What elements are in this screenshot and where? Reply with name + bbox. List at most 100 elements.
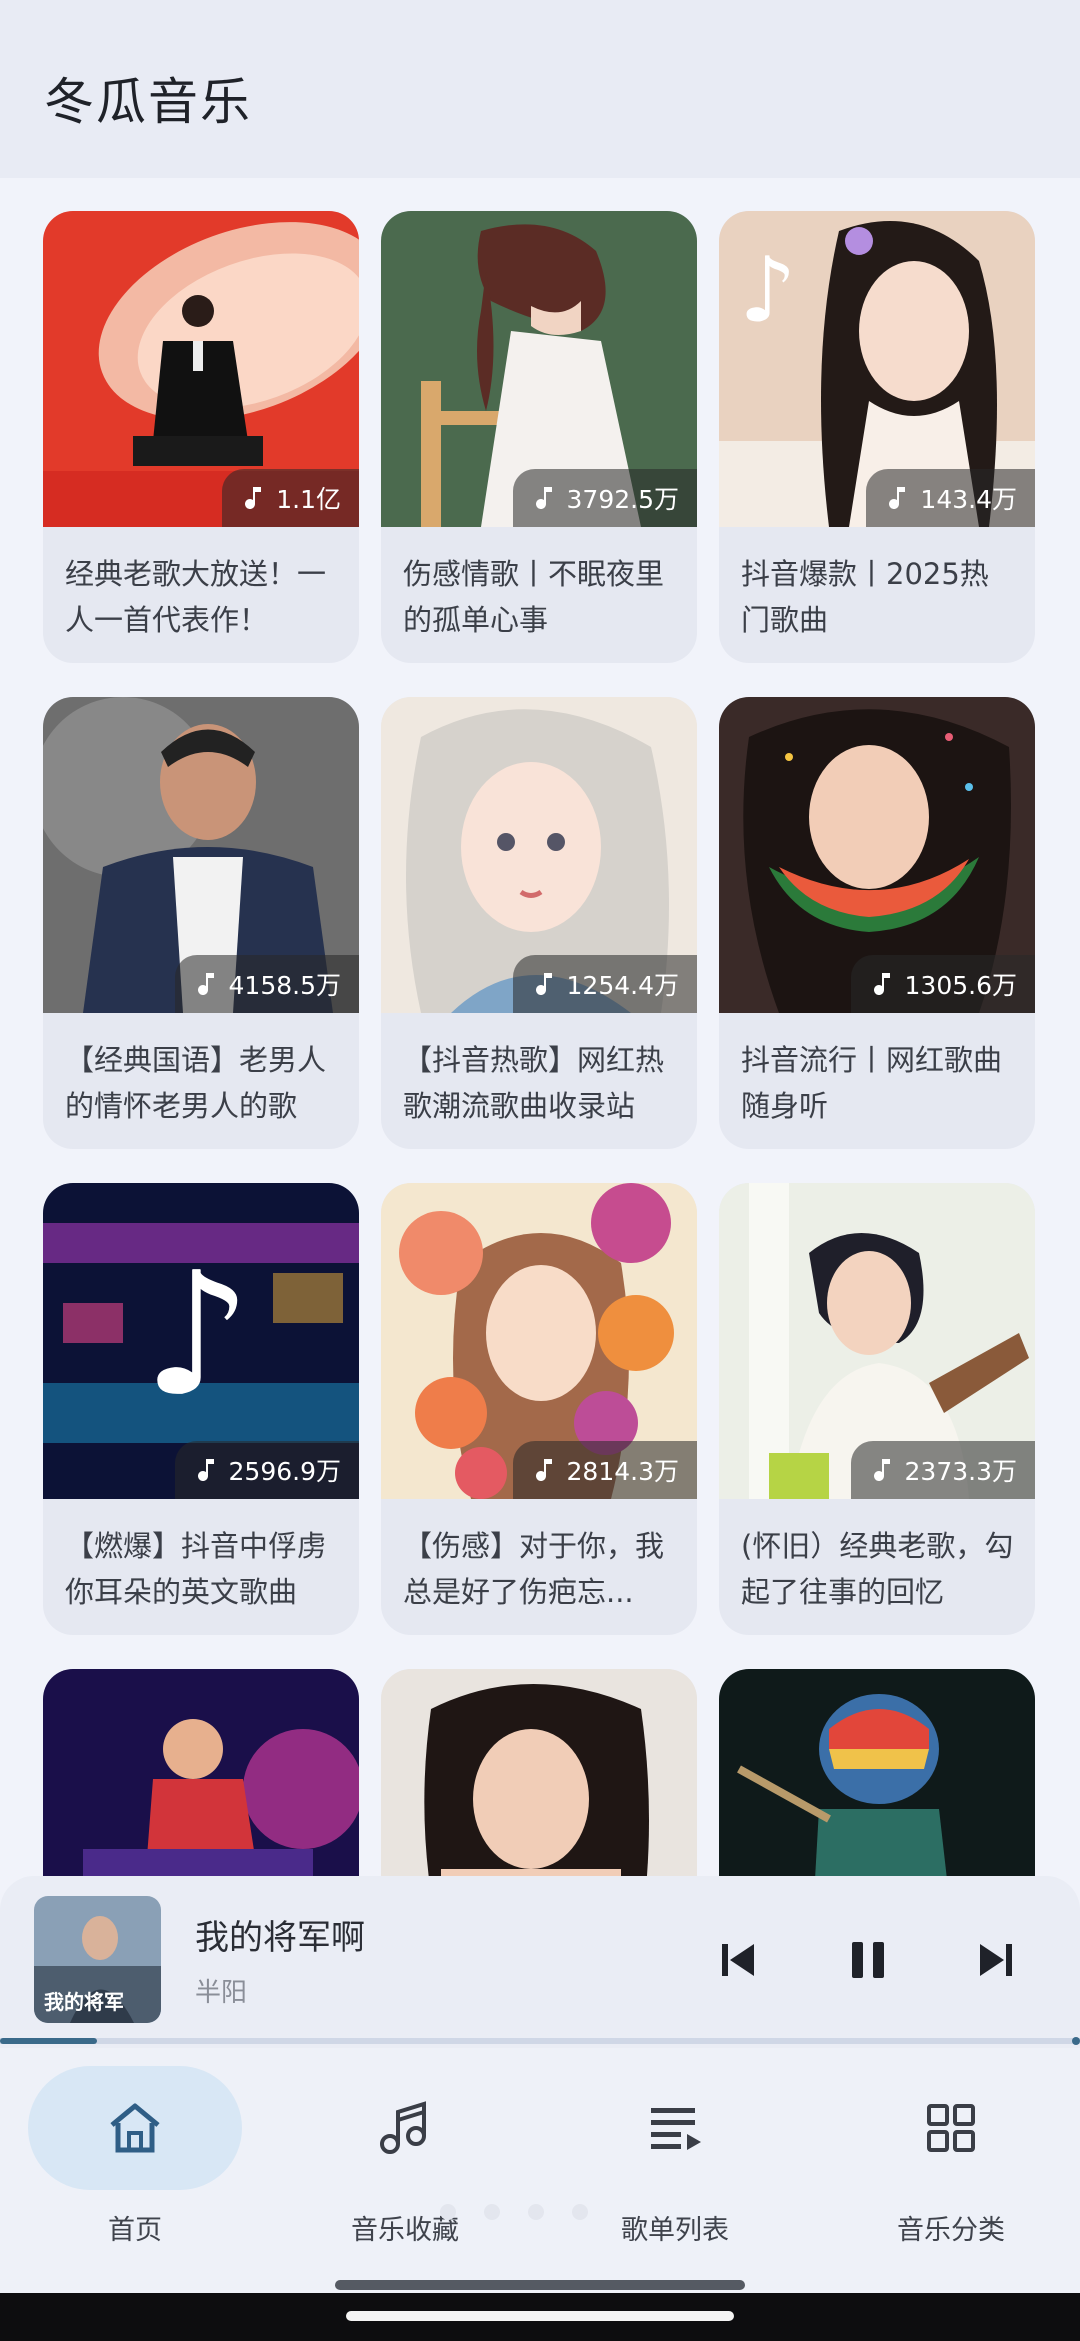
playlist-card[interactable]: ♪ 143.4万 抖音爆款丨2025热门歌曲 xyxy=(719,211,1035,663)
nav-item-playlists[interactable]: 歌单列表 xyxy=(540,2066,810,2266)
playlist-title: 【伤感】对于你，我总是好了伤疤忘... xyxy=(403,1529,665,1609)
playlist-cover: ♪ 143.4万 xyxy=(719,211,1035,527)
system-navigation-strip xyxy=(0,2293,1080,2341)
play-count: 4158.5万 xyxy=(228,971,341,1000)
playlist-title: 抖音爆款丨2025热门歌曲 xyxy=(741,557,989,637)
play-count-badge: 1.1亿 xyxy=(222,469,359,527)
playlist-title: (怀旧）经典老歌，勾起了往事的回忆 xyxy=(741,1529,1014,1609)
playlist-card[interactable]: 2814.3万 【伤感】对于你，我总是好了伤疤忘... xyxy=(381,1183,697,1635)
playlist-title: 经典老歌大放送！一人一首代表作！ xyxy=(65,557,327,637)
nav-item-categories[interactable]: 音乐分类 xyxy=(816,2066,1080,2266)
play-count-badge: 2596.9万 xyxy=(174,1441,359,1499)
skip-next-icon xyxy=(980,1944,1012,1976)
play-count-badge: 2814.3万 xyxy=(512,1441,697,1499)
playlist-cover: 2814.3万 xyxy=(381,1183,697,1499)
music-note-icon xyxy=(245,487,262,509)
playlist-title: 伤感情歌丨不眠夜里的孤单心事 xyxy=(403,557,665,637)
playlist-card[interactable] xyxy=(381,1669,697,1876)
svg-text:♪: ♪ xyxy=(143,1236,252,1434)
playlist-cover: 2373.3万 xyxy=(719,1183,1035,1499)
nav-label-playlists: 歌单列表 xyxy=(621,2215,729,2246)
playlist-card[interactable]: ♪ 2596.9万 【燃爆】抖音中俘虏你耳朵的英文歌曲 xyxy=(43,1183,359,1635)
nav-label-home: 首页 xyxy=(108,2215,162,2246)
music-note-icon xyxy=(535,487,552,509)
playlist-title: 【经典国语】老男人的情怀老男人的歌 xyxy=(65,1043,327,1123)
play-count-badge: 1254.4万 xyxy=(512,955,697,1013)
play-count-badge: 3792.5万 xyxy=(512,469,697,527)
playlist-card[interactable] xyxy=(43,1669,359,1876)
play-count-badge: 143.4万 xyxy=(866,469,1035,527)
music-note-icon xyxy=(535,1459,552,1481)
play-count-badge: 2373.3万 xyxy=(850,1441,1035,1499)
playlist-cover: 1305.6万 xyxy=(719,697,1035,1013)
nav-item-favorites[interactable]: 音乐收藏 xyxy=(270,2066,540,2266)
now-playing-art-caption: 我的将军 xyxy=(44,1990,124,2014)
playback-progress-fill xyxy=(0,2038,98,2044)
playlist-cover: 3792.5万 xyxy=(381,211,697,527)
music-note-icon xyxy=(535,973,552,995)
play-count-badge: 1305.6万 xyxy=(850,955,1035,1013)
music-note-icon xyxy=(197,973,214,995)
nav-icon-wrapper xyxy=(844,2066,1058,2190)
playlist-cover: 1254.4万 xyxy=(381,697,697,1013)
page-dot xyxy=(440,2204,456,2220)
playlist-card[interactable]: 4158.5万 【经典国语】老男人的情怀老男人的歌 xyxy=(43,697,359,1149)
mini-player[interactable]: 我的将军 我的将军啊 半阳 xyxy=(0,1876,1080,2048)
skip-next-button[interactable] xyxy=(968,1932,1024,1988)
app-header: 冬瓜音乐 xyxy=(0,0,1080,178)
svg-text:♪: ♪ xyxy=(739,238,796,343)
play-count: 1254.4万 xyxy=(566,971,679,1000)
now-playing-title: 我的将军啊 xyxy=(195,1918,365,1958)
playlist-card[interactable]: 1254.4万 【抖音热歌】网红热歌潮流歌曲收录站 xyxy=(381,697,697,1149)
nav-label-categories: 音乐分类 xyxy=(897,2215,1005,2246)
nav-active-indicator xyxy=(28,2066,242,2190)
playlist-icon xyxy=(651,2108,701,2150)
playback-progress-bar[interactable] xyxy=(0,2037,1080,2045)
music-note-icon xyxy=(873,973,890,995)
playlist-title: 【抖音热歌】网红热歌潮流歌曲收录站 xyxy=(403,1043,665,1123)
page-dot xyxy=(528,2204,544,2220)
nav-item-home[interactable]: 首页 xyxy=(0,2066,270,2266)
play-count: 1.1亿 xyxy=(276,485,341,514)
nav-icon-wrapper xyxy=(298,2066,512,2190)
progress-end-marker xyxy=(1072,2037,1080,2045)
playlist-grid-viewport[interactable]: 1.1亿 经典老歌大放送！一人一首代表作！ 3792.5万 伤感情歌丨不眠夜里的… xyxy=(0,178,1080,1876)
skip-previous-button[interactable] xyxy=(710,1932,766,1988)
app-title: 冬瓜音乐 xyxy=(44,73,252,131)
playlist-cover: 1.1亿 xyxy=(43,211,359,527)
playlist-card[interactable]: 3792.5万 伤感情歌丨不眠夜里的孤单心事 xyxy=(381,211,697,663)
playlist-card[interactable] xyxy=(719,1669,1035,1876)
playlist-cover: 4158.5万 xyxy=(43,697,359,1013)
gesture-handle[interactable] xyxy=(335,2280,745,2290)
music-collection-icon xyxy=(380,2101,426,2154)
pause-button[interactable] xyxy=(840,1932,896,1988)
playlist-title: 抖音流行丨网红歌曲随身听 xyxy=(741,1043,1003,1123)
now-playing-art[interactable]: 我的将军 xyxy=(34,1896,161,2023)
play-count: 2373.3万 xyxy=(904,1457,1017,1486)
skip-previous-icon xyxy=(722,1944,754,1976)
page-dot xyxy=(572,2204,588,2220)
play-count: 2596.9万 xyxy=(228,1457,341,1486)
music-note-icon xyxy=(197,1459,214,1481)
playlist-title: 【燃爆】抖音中俘虏你耳朵的英文歌曲 xyxy=(65,1529,327,1609)
playlist-card[interactable]: 2373.3万 (怀旧）经典老歌，勾起了往事的回忆 xyxy=(719,1183,1035,1635)
grid-category-icon xyxy=(927,2104,975,2152)
playlist-cover: ♪ 2596.9万 xyxy=(43,1183,359,1499)
play-count: 2814.3万 xyxy=(566,1457,679,1486)
music-note-icon xyxy=(889,487,906,509)
play-count-badge: 4158.5万 xyxy=(174,955,359,1013)
play-count: 1305.6万 xyxy=(904,971,1017,1000)
music-note-icon xyxy=(873,1459,890,1481)
play-count: 3792.5万 xyxy=(566,485,679,514)
nav-icon-wrapper xyxy=(568,2066,782,2190)
play-count: 143.4万 xyxy=(920,485,1017,514)
playlist-card[interactable]: 1.1亿 经典老歌大放送！一人一首代表作！ xyxy=(43,211,359,663)
playlist-cover xyxy=(381,1669,697,1876)
home-icon xyxy=(110,2103,160,2153)
now-playing-artist: 半阳 xyxy=(195,1978,248,2008)
playlist-cover xyxy=(43,1669,359,1876)
home-indicator[interactable] xyxy=(346,2311,734,2321)
playlist-card[interactable]: 1305.6万 抖音流行丨网红歌曲随身听 xyxy=(719,697,1035,1149)
playlist-cover xyxy=(719,1669,1035,1876)
pause-icon xyxy=(852,1942,884,1978)
